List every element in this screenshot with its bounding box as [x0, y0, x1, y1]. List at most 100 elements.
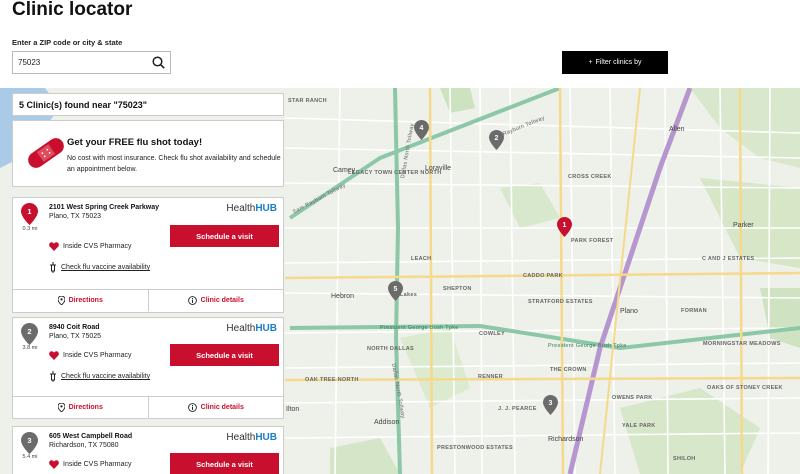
clinic-number: 3: [27, 436, 31, 445]
directions-button[interactable]: Directions: [13, 397, 148, 418]
clinic-card-1: 1 0.3 mi 2101 West Spring Creek Parkway P…: [12, 197, 284, 313]
clinic-details-button[interactable]: Clinic details: [147, 397, 284, 418]
location-icon: [57, 296, 65, 305]
map-pin-3[interactable]: 3: [543, 395, 558, 415]
map-label: FORMAN: [681, 308, 707, 314]
heart-icon: [49, 351, 59, 360]
map-label: STRATFORD ESTATES: [528, 299, 593, 305]
schedule-visit-button[interactable]: Schedule a visit: [170, 225, 279, 247]
map-pin-number: 5: [394, 286, 398, 293]
clinic-pin-icon: 2: [21, 323, 38, 345]
inside-cvs: Inside CVS Pharmacy: [49, 351, 131, 360]
filter-clinics-label: Filter clinics by: [595, 59, 642, 66]
map-pin-4[interactable]: 4: [414, 120, 429, 140]
clinic-details-button[interactable]: Clinic details: [147, 290, 284, 311]
promo-text: No cost with most insurance. Check flu s…: [67, 155, 281, 173]
clinic-address: 605 West Campbell Road Richardson, TX 750…: [49, 432, 159, 450]
map-label: LEGACY TOWN CENTER NORTH: [348, 170, 442, 176]
clinic-number: 2: [27, 327, 31, 336]
map-label: C AND J ESTATES: [702, 256, 755, 262]
map-label: RENNER: [478, 374, 504, 380]
clinic-card-2: 2 3.8 mi 8940 Coit Road Plano, TX 75025 H…: [12, 317, 284, 419]
search-input[interactable]: [13, 52, 148, 73]
clinic-locator-page: Clinic locator Enter a ZIP code or city …: [0, 0, 800, 474]
map-label: Richardson: [548, 436, 584, 443]
heart-icon: [49, 460, 59, 469]
clinic-distance: 0.3 mi: [22, 226, 38, 232]
check-flu-availability-link[interactable]: Check flu vaccine availability: [49, 262, 150, 273]
map-label: OAK TREE NORTH: [305, 377, 359, 383]
directions-button[interactable]: Directions: [13, 290, 148, 311]
clinic-pin-icon: 3: [21, 432, 38, 454]
healthhub-logo: HealthHUB: [226, 203, 277, 214]
healthhub-logo: HealthHUB: [226, 323, 277, 334]
info-icon: [187, 296, 197, 305]
search-box: [12, 51, 171, 74]
clinic-city: Plano, TX 75025: [49, 333, 102, 340]
clinic-street: 605 West Campbell Road: [49, 433, 133, 440]
map-pin-number: 3: [549, 400, 553, 407]
vaccine-icon: [50, 262, 56, 273]
info-icon: [187, 403, 197, 412]
map-pin-1[interactable]: 1: [557, 217, 572, 237]
plus-icon: +: [588, 59, 593, 66]
heart-icon: [49, 242, 59, 251]
clinic-number: 1: [27, 207, 31, 216]
map-pin-number: 4: [420, 125, 424, 132]
clinic-street: 2101 West Spring Creek Parkway: [49, 204, 159, 211]
check-flu-availability-link[interactable]: Check flu vaccine availability: [49, 371, 150, 382]
clinic-pin-icon: 1: [21, 203, 38, 225]
map-pin-5[interactable]: 5: [388, 281, 403, 301]
results-count: 5 Clinic(s) found near "75023": [12, 93, 284, 116]
map-label: Parker: [733, 222, 754, 229]
bandage-icon: [28, 138, 64, 168]
map-pin-number: 1: [563, 222, 567, 229]
inside-cvs: Inside CVS Pharmacy: [49, 242, 131, 251]
map-label: CROSS CREEK: [568, 174, 612, 180]
map-label: PARK FOREST: [571, 238, 614, 244]
map-label: J. J. PEARCE: [498, 406, 537, 412]
results-panel: 5 Clinic(s) found near "75023" Get your …: [12, 93, 284, 474]
clinic-actions: Directions Clinic details: [13, 289, 283, 311]
clinic-city: Richardson, TX 75080: [49, 442, 119, 449]
inside-cvs: Inside CVS Pharmacy: [49, 460, 131, 469]
map-label: SHEPTON: [443, 286, 472, 292]
map-label: President George Bush Tpke: [548, 343, 627, 349]
clinic-actions: Directions Clinic details: [13, 396, 283, 418]
schedule-visit-button[interactable]: Schedule a visit: [170, 453, 279, 474]
map-pin-2[interactable]: 2: [489, 130, 504, 150]
map-label: Allen: [669, 126, 685, 133]
map-pin-number: 2: [495, 135, 499, 142]
clinic-city: Plano, TX 75023: [49, 213, 102, 220]
clinic-address: 2101 West Spring Creek Parkway Plano, TX …: [49, 203, 159, 221]
clinic-street: 8940 Coit Road: [49, 324, 100, 331]
clinic-distance: 3.8 mi: [22, 345, 38, 351]
promo-title: Get your FREE flu shot today!: [67, 137, 203, 148]
filter-clinics-button[interactable]: + Filter clinics by: [562, 51, 668, 74]
map-label: YALE PARK: [622, 423, 656, 429]
location-icon: [57, 403, 65, 412]
clinic-address: 8940 Coit Road Plano, TX 75025: [49, 323, 159, 341]
clinic-distance: 5.4 mi: [22, 454, 38, 460]
map-label: Hebron: [331, 293, 354, 300]
map-label: CADDO PARK: [523, 273, 563, 279]
map-label: STAR RANCH: [288, 98, 327, 104]
map-label: Addison: [374, 419, 400, 426]
map-label: THE CROWN: [550, 367, 587, 373]
map-label: Ilton: [286, 406, 300, 413]
flu-shot-promo: Get your FREE flu shot today! No cost wi…: [12, 120, 284, 187]
search-label: Enter a ZIP code or city & state: [12, 38, 123, 47]
map-label: OWENS PARK: [612, 395, 653, 401]
map-label: LEACH: [411, 256, 432, 262]
map-label: President George Bush Tpke: [380, 325, 459, 331]
clinic-card-3: 3 5.4 mi 605 West Campbell Road Richardso…: [12, 426, 284, 474]
search-icon[interactable]: [148, 53, 168, 73]
map-label: SHILOH: [673, 456, 696, 462]
healthhub-logo: HealthHUB: [226, 432, 277, 443]
map-label: Plano: [620, 308, 638, 315]
page-title: Clinic locator: [12, 0, 133, 20]
map-label: COWLEY: [479, 331, 505, 337]
schedule-visit-button[interactable]: Schedule a visit: [170, 344, 279, 366]
vaccine-icon: [50, 371, 56, 382]
map-label: NORTH DALLAS: [367, 346, 414, 352]
